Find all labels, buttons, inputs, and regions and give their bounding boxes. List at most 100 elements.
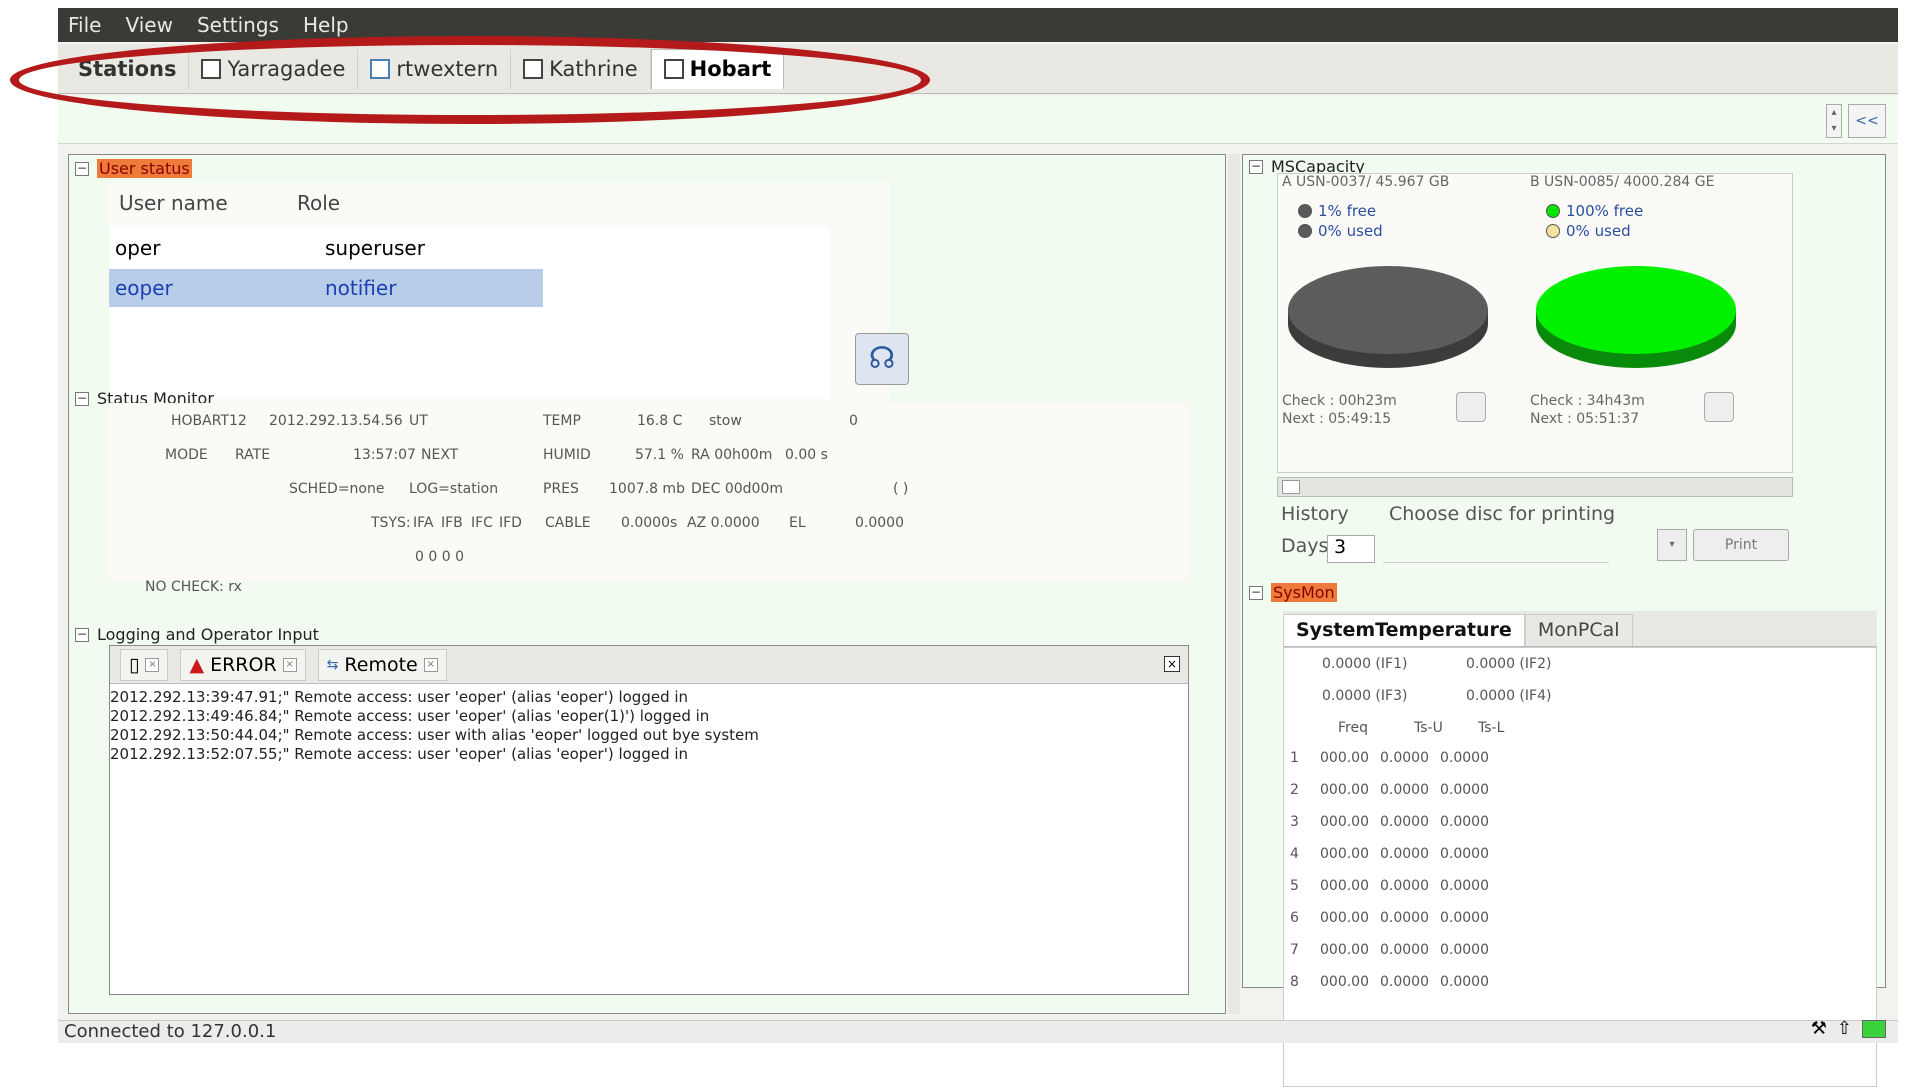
menu-view[interactable]: View xyxy=(125,13,172,37)
date-time: 2012.292.13.54.56 xyxy=(269,413,403,429)
collapse-sysmon-icon[interactable]: − xyxy=(1249,585,1263,600)
logging-header: − Logging and Operator Input xyxy=(75,625,319,644)
tsu-value: 0.0000 xyxy=(1380,846,1429,862)
close-tab-icon[interactable]: × xyxy=(145,657,160,672)
next-label: NEXT xyxy=(421,447,459,463)
menubar: File View Settings Help xyxy=(58,8,1898,42)
if4-value: 0.0000 (IF4) xyxy=(1466,688,1552,704)
yarragadee-checkbox[interactable] xyxy=(201,58,222,79)
tsu-value: 0.0000 xyxy=(1380,974,1429,990)
tsys-values: 0 0 0 0 xyxy=(415,549,464,565)
user-name: oper xyxy=(115,236,161,260)
collapse-logging-icon[interactable]: − xyxy=(75,627,89,642)
dec-value: DEC 00d00m xyxy=(691,481,784,497)
user-name: eoper xyxy=(115,276,173,300)
tab-log-error[interactable]: ▲ ERROR × xyxy=(180,648,306,681)
humid-label: HUMID xyxy=(543,447,591,463)
disk-a-header: A USN-0037/ 45.967 GB xyxy=(1282,174,1450,190)
collapse-status-monitor-icon[interactable]: − xyxy=(75,391,89,406)
user-row[interactable]: oper superuser xyxy=(109,229,541,267)
temp-value: 16.8 C xyxy=(637,413,683,429)
ra-seconds: 0.00 s xyxy=(785,447,828,463)
sysmon-title: SysMon xyxy=(1271,583,1337,602)
collapse-button[interactable]: << xyxy=(1848,104,1886,138)
disk-b-header: B USN-0085/ 4000.284 GE xyxy=(1530,174,1715,190)
close-tab-icon[interactable]: × xyxy=(423,657,438,672)
tsu-value: 0.0000 xyxy=(1380,750,1429,766)
tab-hobart[interactable]: Hobart xyxy=(650,48,785,89)
days-spinbox[interactable]: 3 xyxy=(1327,535,1375,563)
cable-value: 0.0000s xyxy=(621,515,678,531)
stow-status: stow xyxy=(709,413,742,429)
tab-stations[interactable]: Stations xyxy=(66,48,190,89)
disc-select[interactable] xyxy=(1383,535,1609,563)
user-manage-icon[interactable]: ☊ xyxy=(855,333,909,385)
tsu-value: 0.0000 xyxy=(1380,910,1429,926)
disk-b-refresh-button[interactable] xyxy=(1704,392,1734,422)
mscapacity-scrollbar[interactable] xyxy=(1277,477,1793,497)
tsl-value: 0.0000 xyxy=(1440,846,1489,862)
tab-rtwextern-label: rtwextern xyxy=(396,56,499,81)
tsl-value: 0.0000 xyxy=(1440,814,1489,830)
disk-b-check: Check : 34h43m Next : 05:51:37 xyxy=(1530,392,1645,428)
if3-value: 0.0000 (IF3) xyxy=(1322,688,1408,704)
toolbar-strip: ▴ ▾ << xyxy=(58,96,1898,144)
freq-value: 000.00 xyxy=(1320,942,1369,958)
user-status-box: User name Role oper superuser eoper noti… xyxy=(109,183,889,405)
up-arrow-icon[interactable]: ⇧ xyxy=(1837,1018,1852,1039)
tab-log-main[interactable]: ▯ × xyxy=(120,648,169,681)
disk-b: B USN-0085/ 4000.284 GE 100% free 0% use… xyxy=(1526,174,1740,458)
scroll-knob[interactable] xyxy=(1282,480,1300,494)
row-number: 5 xyxy=(1290,878,1299,894)
disk-b-used-legend: 0% used xyxy=(1546,222,1631,240)
row-number: 3 xyxy=(1290,814,1299,830)
log-frame: ▯ × ▲ ERROR × ⇆ Remote × × 2012.292.13:3… xyxy=(109,645,1189,995)
collapse-mscapacity-icon[interactable]: − xyxy=(1249,159,1263,174)
user-role: notifier xyxy=(325,276,397,300)
close-log-icon[interactable]: × xyxy=(1164,656,1180,672)
freq-value: 000.00 xyxy=(1320,814,1369,830)
connection-indicator-icon xyxy=(1862,1019,1886,1038)
disc-dropdown-button[interactable]: ▾ xyxy=(1657,529,1687,561)
freq-value: 000.00 xyxy=(1320,974,1369,990)
station-tabbar: Stations Yarragadee rtwextern Kathrine H… xyxy=(58,44,1898,94)
stow-zero: 0 xyxy=(849,413,858,429)
row-number: 1 xyxy=(1290,750,1299,766)
tab-monpcal[interactable]: MonPCal xyxy=(1524,614,1633,646)
user-table-header: User name Role xyxy=(119,191,340,215)
freq-value: 000.00 xyxy=(1320,846,1369,862)
menu-help[interactable]: Help xyxy=(303,13,349,37)
strip-spinner[interactable]: ▴ ▾ xyxy=(1826,104,1842,138)
statusbar-icons: ⚒ ⇧ xyxy=(1811,1018,1886,1039)
rate-label: RATE xyxy=(235,447,271,463)
vertical-scrollbar[interactable] xyxy=(1228,154,1240,1014)
tab-log-remote[interactable]: ⇆ Remote × xyxy=(317,648,447,681)
menu-file[interactable]: File xyxy=(68,13,101,37)
disk-a-free-legend: 1% free xyxy=(1298,202,1376,220)
ifc-label: IFC xyxy=(471,515,493,531)
tab-yarragadee[interactable]: Yarragadee xyxy=(189,48,359,89)
menu-settings[interactable]: Settings xyxy=(197,13,279,37)
connection-status: Connected to 127.0.0.1 xyxy=(64,1021,277,1042)
tab-rtwextern[interactable]: rtwextern xyxy=(358,48,512,89)
disk-a-refresh-button[interactable] xyxy=(1456,392,1486,422)
tab-system-temperature[interactable]: SystemTemperature xyxy=(1283,614,1525,646)
ifb-label: IFB xyxy=(441,515,463,531)
user-row-selected[interactable]: eoper notifier xyxy=(109,269,543,307)
print-button[interactable]: Print xyxy=(1693,529,1789,561)
user-name-header: User name xyxy=(119,191,228,215)
tab-kathrine[interactable]: Kathrine xyxy=(511,48,651,89)
rtwextern-checkbox[interactable] xyxy=(370,58,391,79)
tab-stations-label: Stations xyxy=(78,56,177,81)
sysmon-box: SystemTemperature MonPCal 0.0000 (IF1) 0… xyxy=(1283,611,1877,1091)
kathrine-checkbox[interactable] xyxy=(523,58,544,79)
close-tab-icon[interactable]: × xyxy=(282,657,297,672)
tools-icon[interactable]: ⚒ xyxy=(1811,1018,1827,1039)
collapse-user-status-icon[interactable]: − xyxy=(75,161,89,176)
pres-label: PRES xyxy=(543,481,579,497)
mode-label: MODE xyxy=(165,447,208,463)
user-status-title: User status xyxy=(97,159,192,178)
hobart-checkbox[interactable] xyxy=(663,59,684,79)
tsys-label: TSYS: xyxy=(371,515,411,531)
log-line: 2012.292.13:52:07.55;" Remote access: us… xyxy=(110,745,689,763)
